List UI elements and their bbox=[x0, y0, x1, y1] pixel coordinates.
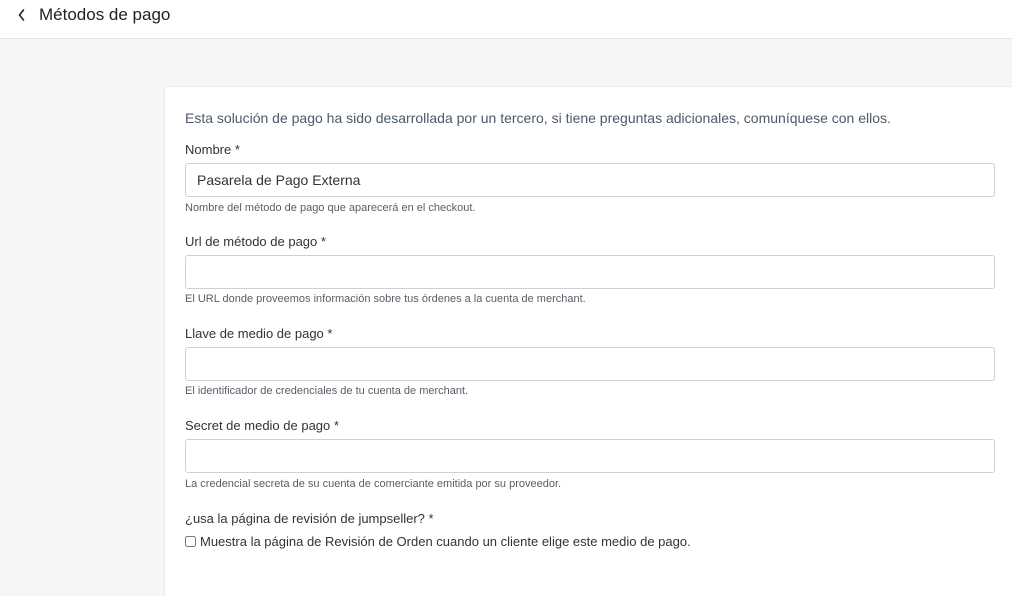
url-help: El URL donde proveemos información sobre… bbox=[185, 293, 586, 305]
third-party-notice: Esta solución de pago ha sido desarrolla… bbox=[185, 110, 891, 126]
secret-help: La credencial secreta de su cuenta de co… bbox=[185, 478, 562, 490]
review-page-label: ¿usa la página de revisión de jumpseller… bbox=[185, 511, 434, 526]
name-help: Nombre del método de pago que aparecerá … bbox=[185, 202, 476, 214]
key-help: El identificador de credenciales de tu c… bbox=[185, 385, 469, 397]
secret-input[interactable] bbox=[185, 439, 995, 473]
key-label: Llave de medio de pago * bbox=[185, 326, 333, 341]
top-bar: Métodos de pago bbox=[0, 0, 1012, 39]
chevron-left-icon[interactable] bbox=[14, 5, 30, 25]
review-page-option: Muestra la página de Revisión de Orden c… bbox=[185, 534, 691, 549]
url-label: Url de método de pago * bbox=[185, 234, 326, 249]
secret-label: Secret de medio de pago * bbox=[185, 418, 339, 433]
payment-method-form: Esta solución de pago ha sido desarrolla… bbox=[164, 86, 1012, 596]
name-input[interactable] bbox=[185, 163, 995, 197]
review-page-checkbox-label[interactable]: Muestra la página de Revisión de Orden c… bbox=[200, 534, 691, 549]
url-input[interactable] bbox=[185, 255, 995, 289]
key-input[interactable] bbox=[185, 347, 995, 381]
page-title: Métodos de pago bbox=[39, 5, 171, 24]
name-label: Nombre * bbox=[185, 142, 240, 157]
review-page-checkbox[interactable] bbox=[185, 536, 196, 547]
